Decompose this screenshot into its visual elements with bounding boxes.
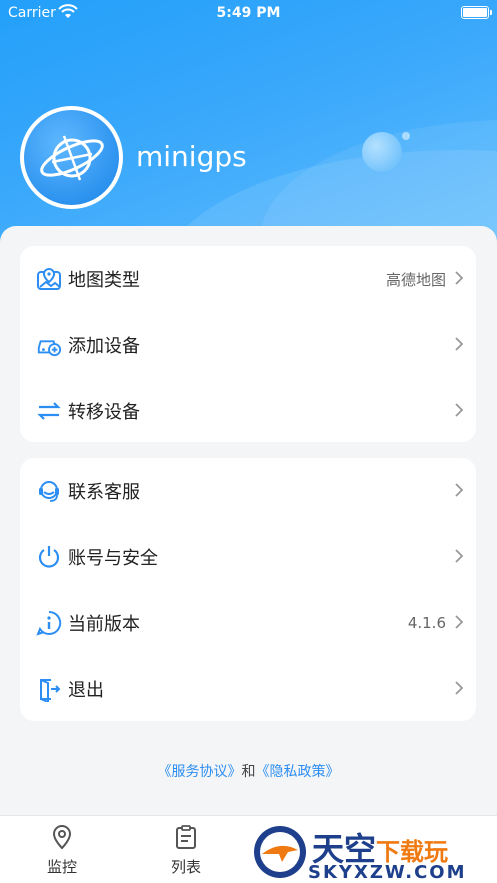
tab-label: 列表 (170, 858, 201, 876)
menu-item-label: 联系客服 (68, 482, 140, 503)
agreement-and-text: 和 (241, 764, 256, 780)
avatar[interactable] (20, 106, 123, 209)
menu-item-logout[interactable]: 退出 (20, 656, 476, 722)
transfer-arrows-icon (36, 398, 62, 424)
settings-card-device: 地图类型 高德地图 添加设备 转移设备 (20, 246, 476, 442)
menu-item-label: 退出 (68, 680, 104, 701)
battery-icon (461, 6, 492, 19)
menu-item-label: 当前版本 (68, 614, 140, 635)
watermark-overlay: 天空下载玩 SKYXZW.COM (246, 822, 497, 883)
version-value: 4.1.6 (407, 614, 446, 632)
tab-list[interactable]: 列表 (146, 824, 226, 877)
status-bar: Carrier 5:49 PM (0, 0, 497, 28)
chevron-right-icon (455, 549, 464, 563)
clipboard-list-icon (176, 825, 196, 849)
headset-icon (36, 478, 62, 504)
planet-logo-icon (39, 135, 104, 180)
menu-item-label: 添加设备 (68, 336, 140, 357)
map-type-value: 高德地图 (385, 270, 446, 289)
profile-header: Carrier 5:49 PM minigps (0, 0, 497, 260)
bubble-decoration (402, 132, 410, 140)
settings-card-account: 联系客服 账号与安全 当前版本 4.1.6 退出 (20, 458, 476, 721)
watermark-url: SKYXZW.COM (308, 862, 467, 883)
menu-item-label: 转移设备 (68, 402, 140, 423)
menu-item-map-type[interactable]: 地图类型 高德地图 (20, 246, 476, 312)
menu-item-add-device[interactable]: 添加设备 (20, 312, 476, 378)
clock: 5:49 PM (216, 5, 281, 21)
privacy-policy-link[interactable]: 《隐私政策》 (256, 764, 340, 780)
exit-door-icon (36, 676, 62, 702)
chevron-right-icon (455, 271, 464, 285)
tab-monitor[interactable]: 监控 (22, 824, 102, 877)
chevron-right-icon (455, 681, 464, 695)
bubble-decoration (362, 132, 402, 172)
menu-item-account-security[interactable]: 账号与安全 (20, 524, 476, 590)
app-name: minigps (136, 140, 247, 173)
power-icon (36, 544, 62, 570)
chevron-right-icon (455, 615, 464, 629)
chevron-right-icon (455, 483, 464, 497)
agreement-links: 《服务协议》和《隐私政策》 (0, 761, 497, 781)
menu-item-version[interactable]: 当前版本 4.1.6 (20, 590, 476, 656)
menu-item-label: 地图类型 (68, 270, 140, 291)
menu-item-customer-service[interactable]: 联系客服 (20, 458, 476, 524)
watermark-logo-icon (254, 826, 306, 878)
chevron-right-icon (455, 337, 464, 351)
menu-item-label: 账号与安全 (68, 548, 158, 569)
info-icon (36, 610, 62, 636)
chevron-right-icon (455, 403, 464, 417)
map-pin-icon (36, 266, 62, 292)
service-agreement-link[interactable]: 《服务协议》 (158, 764, 242, 780)
tab-label: 监控 (46, 858, 77, 876)
car-add-icon (36, 332, 62, 358)
location-pin-icon (52, 824, 72, 850)
menu-item-transfer-device[interactable]: 转移设备 (20, 378, 476, 444)
